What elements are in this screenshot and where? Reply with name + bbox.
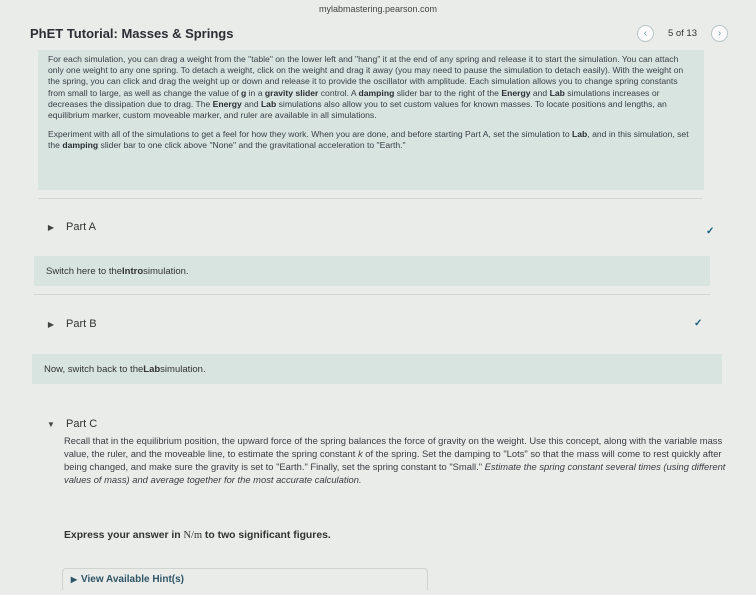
text-run: gravity slider bbox=[264, 87, 319, 98]
part-b-note: Now, switch back to the Lab simulation. bbox=[32, 354, 722, 384]
pager: ‹ 5 of 13 › bbox=[636, 24, 728, 42]
part-b-header[interactable]: ▶ Part B bbox=[40, 313, 720, 335]
text-run: Energy bbox=[501, 87, 531, 98]
text-run: damping bbox=[358, 87, 395, 98]
answer-instructions: Express your answer in N/m to two signif… bbox=[64, 530, 331, 541]
checkmark-icon: ✓ bbox=[694, 318, 703, 329]
divider bbox=[38, 198, 702, 199]
text-run: slider bar to one click above "None" and… bbox=[98, 140, 406, 151]
page-header: PhET Tutorial: Masses & Springs ‹ 5 of 1… bbox=[0, 18, 756, 48]
part-b-note-pre: Now, switch back to the bbox=[44, 363, 144, 375]
chevron-left-icon[interactable]: ‹ bbox=[636, 24, 654, 42]
caret-down-icon: ▼ bbox=[47, 419, 55, 429]
intro-paragraph-1: For each simulation, you can drag a weig… bbox=[48, 54, 694, 121]
part-b-note-post: simulation. bbox=[160, 363, 206, 375]
part-c-label: Part C bbox=[66, 418, 98, 430]
part-a-note-bold: Intro bbox=[122, 265, 144, 277]
text-run: in a bbox=[246, 87, 265, 98]
text-run: Experiment with all of the simulations t… bbox=[48, 129, 573, 140]
text-run: control. A bbox=[318, 87, 359, 98]
part-c-header[interactable]: ▼ Part C bbox=[40, 413, 720, 435]
divider bbox=[34, 294, 710, 295]
view-hints-button[interactable]: ▶ View Available Hint(s) bbox=[62, 568, 428, 590]
express-pre: Express your answer in bbox=[64, 530, 184, 541]
checkmark-icon: ✓ bbox=[706, 226, 715, 237]
caret-right-icon: ▶ bbox=[47, 222, 55, 232]
caret-right-icon: ▶ bbox=[47, 319, 55, 329]
intro-instructions: For each simulation, you can drag a weig… bbox=[38, 50, 704, 190]
text-run: damping bbox=[62, 140, 99, 151]
page-title: PhET Tutorial: Masses & Springs bbox=[30, 25, 234, 41]
part-c-question: Recall that in the equilibrium position,… bbox=[64, 434, 728, 486]
text-run: and bbox=[241, 98, 261, 109]
text-run: and bbox=[530, 87, 550, 98]
text-run: Lab bbox=[572, 129, 588, 140]
text-run: Lab bbox=[260, 98, 277, 109]
part-b-label: Part B bbox=[66, 318, 97, 330]
part-a-header[interactable]: ▶ Part A bbox=[40, 216, 720, 238]
part-b-note-bold: Lab bbox=[143, 363, 161, 375]
part-a-note-pre: Switch here to the bbox=[46, 265, 123, 277]
express-post: to two significant figures. bbox=[202, 530, 331, 541]
part-a-note-post: simulation. bbox=[143, 265, 189, 277]
browser-url[interactable]: mylabmastering.pearson.com bbox=[0, 0, 756, 18]
text-run: slider bar to the right of the bbox=[394, 87, 502, 98]
caret-right-icon: ▶ bbox=[70, 575, 78, 584]
express-unit: N/m bbox=[183, 530, 203, 541]
text-run: Energy bbox=[212, 98, 242, 109]
part-a-label: Part A bbox=[66, 221, 96, 233]
text-run: Lab bbox=[549, 87, 565, 98]
chevron-right-icon[interactable]: › bbox=[711, 24, 728, 42]
hints-label: View Available Hint(s) bbox=[81, 574, 184, 585]
part-a-note: Switch here to the Intro simulation. bbox=[34, 256, 710, 286]
intro-paragraph-2: Experiment with all of the simulations t… bbox=[48, 129, 694, 151]
pager-count: 5 of 13 bbox=[667, 27, 697, 39]
